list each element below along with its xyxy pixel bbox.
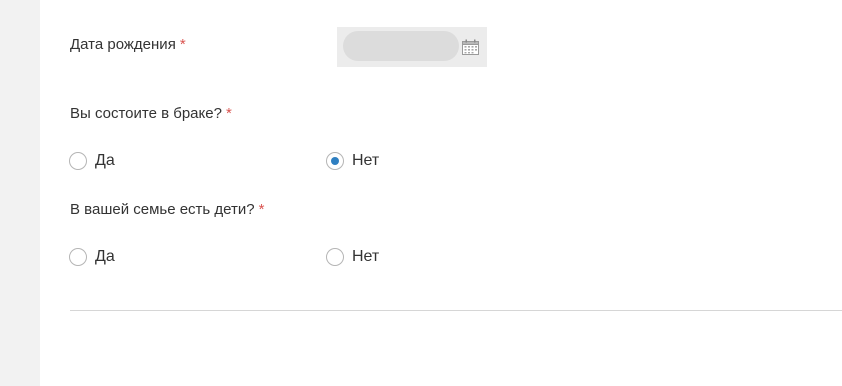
children-option-yes[interactable]: Да	[69, 248, 115, 266]
questionnaire-form: Дата рождения * Вы состоите в браке? * Д…	[40, 0, 842, 386]
children-no-radio[interactable]	[326, 248, 344, 266]
married-no-label: Нет	[352, 152, 380, 169]
married-no-radio[interactable]	[326, 152, 344, 170]
birth-date-label-text: Дата рождения	[70, 36, 176, 53]
calendar-icon[interactable]	[462, 39, 479, 55]
married-yes-radio[interactable]	[69, 152, 87, 170]
birth-date-field	[337, 27, 487, 67]
married-option-yes[interactable]: Да	[69, 152, 115, 170]
married-question: Вы состоите в браке? *	[70, 105, 232, 123]
required-mark: *	[179, 36, 186, 53]
page: Дата рождения * Вы состоите в браке? * Д…	[0, 0, 842, 386]
birth-date-input[interactable]	[343, 31, 459, 61]
married-yes-label: Да	[95, 152, 115, 169]
married-question-text: Вы состоите в браке?	[70, 105, 222, 122]
section-divider	[70, 310, 842, 311]
children-option-no[interactable]: Нет	[326, 248, 379, 266]
married-option-no[interactable]: Нет	[326, 152, 379, 170]
children-yes-label: Да	[95, 248, 115, 265]
required-mark: *	[258, 201, 265, 218]
left-gutter	[0, 0, 40, 386]
required-mark: *	[225, 105, 232, 122]
birth-date-label: Дата рождения *	[70, 36, 186, 54]
children-no-label: Нет	[352, 248, 380, 265]
children-yes-radio[interactable]	[69, 248, 87, 266]
children-question: В вашей семье есть дети? *	[70, 201, 264, 219]
children-question-text: В вашей семье есть дети?	[70, 201, 255, 218]
